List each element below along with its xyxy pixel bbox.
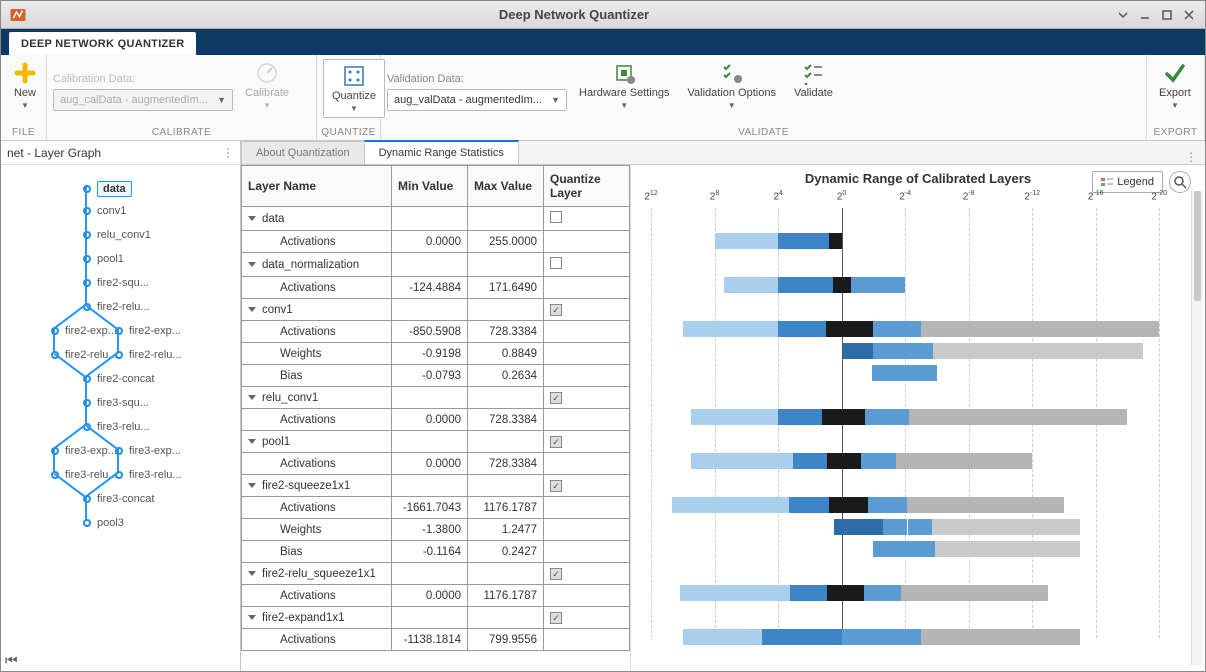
table-row[interactable]: Activations0.0000728.3384 (242, 409, 630, 431)
chip-icon (612, 61, 636, 85)
graph-node[interactable]: relu_conv1 (83, 229, 151, 241)
table-row[interactable]: Activations-124.4884171.6490 (242, 277, 630, 299)
chevron-down-icon: ▼ (620, 101, 628, 110)
col-quantize[interactable]: Quantize Layer (544, 166, 630, 207)
table-row[interactable]: fire2-expand1x1✓ (242, 607, 630, 629)
chevron-down-icon: ▼ (263, 101, 271, 110)
validate-button[interactable]: Validate (788, 59, 839, 101)
table-row[interactable]: fire2-squeeze1x1✓ (242, 475, 630, 497)
table-row[interactable]: Bias-0.11640.2427 (242, 541, 630, 563)
quantize-checkbox[interactable]: ✓ (550, 480, 562, 492)
app-strip: DEEP NETWORK QUANTIZER (1, 29, 1205, 55)
table-row[interactable]: Weights-1.38001.2477 (242, 519, 630, 541)
checklist-icon (801, 61, 825, 85)
stats-table[interactable]: Layer Name Min Value Max Value Quantize … (241, 165, 631, 671)
graph-node[interactable]: fire2-exp... (51, 325, 117, 337)
tab-about-quantization[interactable]: About Quantization (241, 141, 365, 164)
checklist-gear-icon (720, 61, 744, 85)
close-icon[interactable] (1181, 7, 1197, 23)
chevron-down-icon: ▼ (350, 104, 358, 113)
table-row[interactable]: relu_conv1✓ (242, 387, 630, 409)
scrollbar-thumb[interactable] (1194, 191, 1201, 301)
dynamic-range-chart: Dynamic Range of Calibrated Layers Legen… (631, 165, 1205, 671)
chevron-down-icon: ▼ (551, 95, 560, 105)
quantize-icon (342, 64, 366, 88)
validation-data-label: Validation Data: (387, 73, 567, 85)
table-row[interactable]: Activations-850.5908728.3384 (242, 321, 630, 343)
graph-node[interactable]: fire2-exp... (115, 325, 181, 337)
calibrate-button[interactable]: Calibrate ▼ (239, 59, 295, 112)
minimize-icon[interactable] (1137, 7, 1153, 23)
layer-graph[interactable]: data conv1 relu_conv1 pool1 fire2-squ... fire… (1, 165, 240, 671)
legend-icon (1101, 177, 1113, 187)
graph-node[interactable]: fire3-exp... (115, 445, 181, 457)
right-tabs: About Quantization Dynamic Range Statist… (241, 141, 1205, 165)
graph-node[interactable]: fire3-exp... (51, 445, 117, 457)
table-row[interactable]: data (242, 207, 630, 231)
graph-node[interactable]: fire3-squ... (83, 397, 149, 409)
graph-node[interactable]: conv1 (83, 205, 126, 217)
table-row[interactable]: pool1✓ (242, 431, 630, 453)
layer-graph-title: net - Layer Graph (7, 146, 101, 160)
quantize-checkbox[interactable]: ✓ (550, 392, 562, 404)
table-row[interactable]: Activations-1138.1814799.9556 (242, 629, 630, 651)
plus-icon (13, 61, 37, 85)
toolstrip: New ▼ FILE Calibration Data: aug_calData… (1, 55, 1205, 141)
graph-node[interactable]: fire2-concat (83, 373, 154, 385)
table-row[interactable]: Activations0.0000255.0000 (242, 231, 630, 253)
quantize-checkbox[interactable] (550, 211, 562, 223)
graph-node[interactable]: fire3-relu... (115, 469, 182, 481)
graph-node[interactable]: fire3-concat (83, 493, 154, 505)
graph-node[interactable]: data (83, 181, 132, 197)
quantize-button[interactable]: Quantize ▼ (323, 59, 385, 118)
chevron-down-icon: ▼ (1171, 101, 1179, 110)
strip-tab[interactable]: DEEP NETWORK QUANTIZER (9, 32, 196, 55)
table-row[interactable]: Activations0.00001176.1787 (242, 585, 630, 607)
gauge-icon (255, 61, 279, 85)
new-button[interactable]: New ▼ (7, 59, 43, 112)
table-row[interactable]: data_normalization (242, 253, 630, 277)
app-icon (9, 6, 27, 24)
tab-dynamic-range-stats[interactable]: Dynamic Range Statistics (364, 140, 519, 164)
table-row[interactable]: conv1✓ (242, 299, 630, 321)
hardware-settings-button[interactable]: Hardware Settings ▼ (573, 59, 676, 112)
validation-data-dropdown[interactable]: aug_valData - augmentedIm...▼ (387, 89, 567, 111)
export-button[interactable]: Export ▼ (1153, 59, 1197, 112)
layer-graph-panel: net - Layer Graph ⋮ data conv1 relu_conv1p… (1, 141, 241, 671)
col-max[interactable]: Max Value (468, 166, 544, 207)
table-row[interactable]: Bias-0.07930.2634 (242, 365, 630, 387)
col-layer-name[interactable]: Layer Name (242, 166, 392, 207)
col-min[interactable]: Min Value (392, 166, 468, 207)
quantize-checkbox[interactable]: ✓ (550, 568, 562, 580)
window-title: Deep Network Quantizer (33, 7, 1115, 22)
table-row[interactable]: fire2-relu_squeeze1x1✓ (242, 563, 630, 585)
table-row[interactable]: Activations0.0000728.3384 (242, 453, 630, 475)
table-row[interactable]: Activations-1661.70431176.1787 (242, 497, 630, 519)
vertical-scrollbar[interactable] (1191, 191, 1203, 665)
graph-node[interactable]: fire2-relu... (115, 349, 182, 361)
check-icon (1163, 61, 1187, 85)
table-row[interactable]: Weights-0.91980.8849 (242, 343, 630, 365)
quantize-checkbox[interactable]: ✓ (550, 612, 562, 624)
titlebar: Deep Network Quantizer (1, 1, 1205, 29)
more-icon[interactable]: ⋮ (1177, 150, 1205, 164)
scroll-left-icon[interactable]: ⏮ (5, 652, 18, 669)
collapse-icon[interactable] (1115, 7, 1131, 23)
maximize-icon[interactable] (1159, 7, 1175, 23)
more-icon[interactable]: ⋮ (222, 146, 234, 160)
chevron-down-icon: ▼ (217, 95, 226, 105)
magnifier-icon (1173, 175, 1187, 189)
quantize-checkbox[interactable]: ✓ (550, 304, 562, 316)
graph-node[interactable]: fire2-squ... (83, 277, 149, 289)
graph-node[interactable]: pool1 (83, 253, 124, 265)
quantize-checkbox[interactable]: ✓ (550, 436, 562, 448)
graph-node[interactable]: pool3 (83, 517, 124, 529)
calibration-data-label: Calibration Data: (53, 73, 233, 85)
validation-options-button[interactable]: Validation Options ▼ (682, 59, 782, 112)
chevron-down-icon: ▼ (728, 101, 736, 110)
chevron-down-icon: ▼ (21, 101, 29, 110)
calibration-data-dropdown[interactable]: aug_calData - augmentedIm...▼ (53, 89, 233, 111)
quantize-checkbox[interactable] (550, 257, 562, 269)
